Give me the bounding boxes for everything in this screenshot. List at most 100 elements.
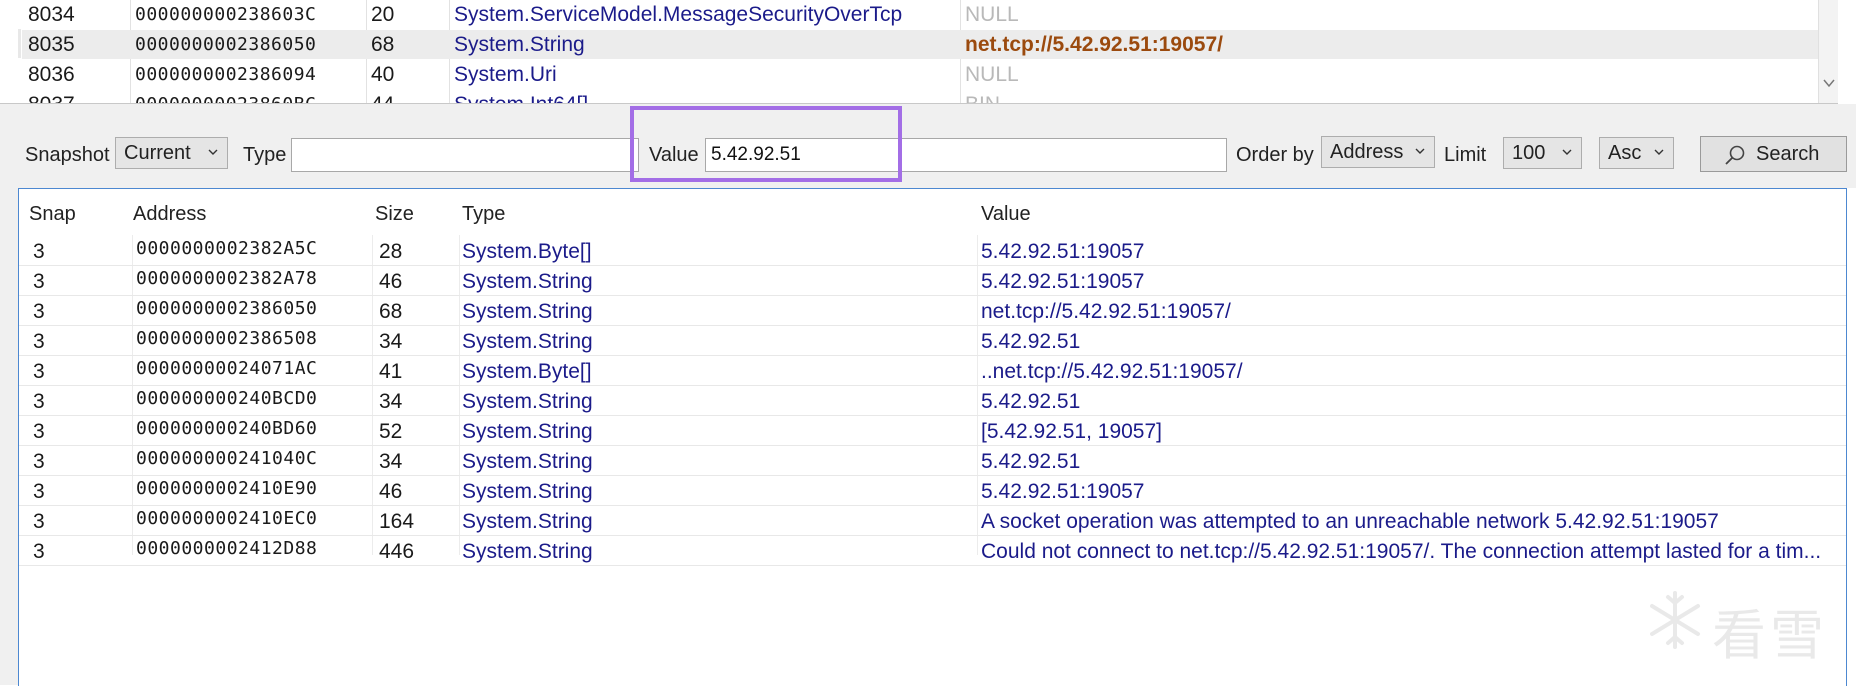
order-by-value: Address xyxy=(1330,141,1404,163)
column-header-snap[interactable]: Snap xyxy=(29,203,76,226)
value-cell: [5.42.92.51, 19057] xyxy=(981,420,1162,443)
type-cell: System.String xyxy=(462,330,593,353)
table-row-selected[interactable]: 8035 0000000002386050 68 System.String n… xyxy=(22,30,1818,59)
size-cell: 34 xyxy=(379,330,403,353)
type-cell: System.Byte[] xyxy=(462,240,592,263)
table-row[interactable]: 3 000000000241040C 34 System.String 5.42… xyxy=(19,445,1846,476)
value-cell: NULL xyxy=(965,3,1019,26)
snap-cell: 8034 xyxy=(28,3,75,26)
search-icon xyxy=(1725,145,1745,165)
size-cell: 164 xyxy=(379,510,415,533)
snap-cell: 8035 xyxy=(28,33,75,56)
chevron-down-icon xyxy=(1562,149,1572,155)
table-row[interactable]: 3 0000000002386508 34 System.String 5.42… xyxy=(19,325,1846,356)
type-cell: System.String xyxy=(462,420,593,443)
address-cell: 0000000002410EC0 xyxy=(136,508,318,529)
type-cell: System.Byte[] xyxy=(462,360,592,383)
limit-label: Limit xyxy=(1444,144,1487,166)
annotation-highlight-box xyxy=(630,106,902,182)
size-cell: 52 xyxy=(379,420,403,443)
size-cell: 46 xyxy=(379,480,403,503)
address-cell: 0000000002386508 xyxy=(136,328,318,349)
order-by-dropdown[interactable]: Address xyxy=(1321,136,1435,168)
size-cell: 28 xyxy=(379,240,403,263)
snap-cell: 3 xyxy=(33,420,45,443)
value-cell: net.tcp://5.42.92.51:19057/ xyxy=(965,33,1223,56)
row-marker xyxy=(18,29,21,58)
snap-cell: 3 xyxy=(33,240,45,263)
limit-dropdown[interactable]: 100 xyxy=(1503,137,1582,169)
value-cell: net.tcp://5.42.92.51:19057/ xyxy=(981,300,1231,323)
table-row[interactable]: 3 000000000240BCD0 34 System.String 5.42… xyxy=(19,385,1846,416)
column-header-size[interactable]: Size xyxy=(375,203,414,226)
address-cell: 0000000002386050 xyxy=(136,298,318,319)
size-cell: 20 xyxy=(371,3,395,26)
type-cell: System.String xyxy=(462,390,593,413)
type-cell: System.String xyxy=(462,270,593,293)
snap-cell: 3 xyxy=(33,480,45,503)
size-cell: 34 xyxy=(379,390,403,413)
results-table: Snap Address Size Type Value 3 000000000… xyxy=(18,188,1847,686)
snap-cell: 8037 xyxy=(28,93,75,103)
column-header-type[interactable]: Type xyxy=(462,203,505,226)
address-cell: 0000000002382A78 xyxy=(136,268,318,289)
address-cell: 0000000002410E90 xyxy=(136,478,318,499)
sort-direction-dropdown[interactable]: Asc xyxy=(1599,137,1674,169)
address-cell: 0000000002382A5C xyxy=(136,238,318,259)
value-cell: A socket operation was attempted to an u… xyxy=(981,510,1719,533)
column-header-address[interactable]: Address xyxy=(133,203,206,226)
table-row[interactable]: 3 0000000002410E90 46 System.String 5.42… xyxy=(19,475,1846,506)
snapshot-dropdown[interactable]: Current xyxy=(115,137,228,169)
address-cell: 000000000240BCD0 xyxy=(136,388,318,409)
table-row[interactable]: 3 000000000240BD60 52 System.String [5.4… xyxy=(19,415,1846,446)
snap-cell: 3 xyxy=(33,360,45,383)
table-row[interactable]: 8036 0000000002386094 40 System.Uri NULL xyxy=(22,60,1818,89)
object-table-top: 8034 000000000238603C 20 System.ServiceM… xyxy=(0,0,1838,104)
value-cell: 5.42.92.51:19057 xyxy=(981,240,1145,263)
snap-cell: 3 xyxy=(33,300,45,323)
value-cell: ..net.tcp://5.42.92.51:19057/ xyxy=(981,360,1243,383)
chevron-down-icon[interactable] xyxy=(1822,76,1836,90)
type-cell: System.String xyxy=(462,300,593,323)
size-cell: 68 xyxy=(379,300,403,323)
snapshot-label: Snapshot xyxy=(25,144,110,166)
type-label: Type xyxy=(243,144,287,166)
type-cell: System.String xyxy=(462,480,593,503)
snowflake-icon xyxy=(1650,591,1700,649)
size-cell: 68 xyxy=(371,33,395,56)
sort-direction-value: Asc xyxy=(1608,142,1642,164)
table-row[interactable]: 3 0000000002412D88 446 System.String Cou… xyxy=(19,535,1846,566)
size-cell: 46 xyxy=(379,270,403,293)
search-button[interactable]: Search xyxy=(1700,136,1847,172)
size-cell: 446 xyxy=(379,540,415,563)
type-cell: System.ServiceModel.MessageSecurityOverT… xyxy=(454,3,903,26)
address-cell: 0000000002386094 xyxy=(135,64,317,85)
table-row[interactable]: 3 00000000024071AC 41 System.Byte[] ..ne… xyxy=(19,355,1846,386)
type-input[interactable] xyxy=(291,138,639,172)
value-cell: 5.42.92.51 xyxy=(981,330,1081,353)
table-row[interactable]: 3 0000000002410EC0 164 System.String A s… xyxy=(19,505,1846,536)
column-header-value[interactable]: Value xyxy=(981,203,1031,226)
size-cell: 44 xyxy=(371,93,394,103)
snap-cell: 3 xyxy=(33,450,45,473)
value-cell: NULL xyxy=(965,63,1019,86)
value-cell: BIN xyxy=(965,93,1000,103)
table-row-partial[interactable]: 8037 00000000023860BC 44 System.Int64[] … xyxy=(22,90,1818,103)
vertical-scrollbar[interactable] xyxy=(1818,0,1838,103)
chevron-down-icon xyxy=(1654,149,1664,155)
address-cell: 000000000238603C xyxy=(135,4,317,25)
table-row[interactable]: 3 0000000002386050 68 System.String net.… xyxy=(19,295,1846,326)
type-cell: System.String xyxy=(462,450,593,473)
snap-cell: 3 xyxy=(33,540,45,563)
type-cell: System.Uri xyxy=(454,63,557,86)
table-row[interactable]: 3 0000000002382A5C 28 System.Byte[] 5.42… xyxy=(19,235,1846,266)
size-cell: 41 xyxy=(379,360,403,383)
table-row[interactable]: 3 0000000002382A78 46 System.String 5.42… xyxy=(19,265,1846,296)
table-row[interactable]: 8034 000000000238603C 20 System.ServiceM… xyxy=(22,0,1818,29)
watermark: 看雪 xyxy=(1640,585,1840,667)
snap-cell: 3 xyxy=(33,510,45,533)
address-cell: 000000000240BD60 xyxy=(136,418,318,439)
type-cell: System.String xyxy=(454,33,585,56)
size-cell: 34 xyxy=(379,450,403,473)
value-cell: Could not connect to net.tcp://5.42.92.5… xyxy=(981,540,1822,563)
